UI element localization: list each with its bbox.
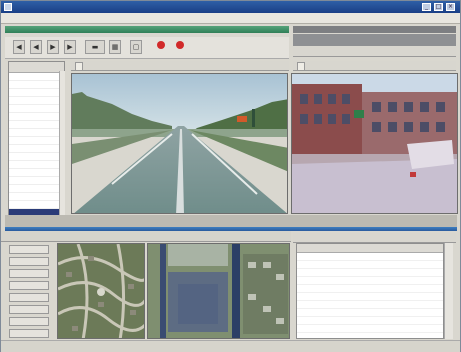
properties-row[interactable] bbox=[297, 317, 443, 325]
aerial-map-right[interactable] bbox=[147, 243, 290, 339]
control-panel-header bbox=[5, 26, 289, 33]
tab-front-view[interactable] bbox=[75, 62, 83, 70]
frame-list-row[interactable] bbox=[9, 129, 64, 137]
properties-scrollbar[interactable] bbox=[444, 243, 453, 339]
properties-row[interactable] bbox=[297, 309, 443, 317]
frame-list-row[interactable] bbox=[9, 105, 64, 113]
timeline-area bbox=[5, 215, 457, 227]
grid-button[interactable]: ▦ bbox=[109, 40, 121, 54]
slider-button[interactable]: ▬ bbox=[85, 40, 105, 54]
properties-row[interactable] bbox=[297, 261, 443, 269]
properties-row[interactable] bbox=[297, 325, 443, 333]
app-window: _ □ × ◀ ◀ ▶ ▶ ▬ ▦ ▢ bbox=[0, 0, 461, 352]
front-road-view[interactable] bbox=[71, 73, 288, 214]
frame-list-row[interactable] bbox=[9, 145, 64, 153]
map-button-8[interactable] bbox=[9, 329, 49, 338]
secondary-tabstrip bbox=[293, 47, 456, 57]
app-icon bbox=[4, 3, 12, 11]
map-button-6[interactable] bbox=[9, 305, 49, 314]
front-road-image bbox=[72, 74, 287, 213]
secondary-panel-header bbox=[293, 26, 456, 33]
frame-list-row[interactable] bbox=[9, 137, 64, 145]
map-button-5[interactable] bbox=[9, 293, 49, 302]
rewind-button[interactable]: ◀ bbox=[13, 40, 25, 54]
menu-bar[interactable] bbox=[1, 13, 460, 24]
map-button-1[interactable] bbox=[9, 245, 49, 254]
properties-header bbox=[297, 244, 443, 253]
map-button-2[interactable] bbox=[9, 257, 49, 266]
frame-list-row[interactable] bbox=[9, 73, 64, 81]
frame-button[interactable]: ▢ bbox=[130, 40, 142, 54]
map-button-4[interactable] bbox=[9, 281, 49, 290]
maximize-button[interactable]: □ bbox=[434, 3, 443, 11]
close-button[interactable]: × bbox=[446, 3, 455, 11]
side-view-tabstrip bbox=[293, 61, 456, 71]
properties-row[interactable] bbox=[297, 293, 443, 301]
frame-list-row[interactable] bbox=[9, 153, 64, 161]
tab-side-view[interactable] bbox=[297, 62, 305, 70]
frame-list-header bbox=[9, 62, 64, 73]
map-toolbar bbox=[1, 231, 291, 242]
properties-table[interactable] bbox=[296, 243, 444, 339]
frame-list-row[interactable] bbox=[9, 81, 64, 89]
properties-row[interactable] bbox=[297, 253, 443, 261]
front-view-tabstrip bbox=[71, 61, 289, 71]
step-back-button[interactable]: ◀ bbox=[30, 40, 42, 54]
frame-list-row[interactable] bbox=[9, 201, 64, 209]
frame-list-row[interactable] bbox=[9, 169, 64, 177]
aerial-map-left[interactable] bbox=[57, 243, 145, 339]
side-street-view[interactable] bbox=[291, 73, 458, 214]
play-button[interactable]: ▶ bbox=[47, 40, 59, 54]
frame-list-scrollbar[interactable] bbox=[59, 71, 65, 215]
status-bar bbox=[1, 340, 460, 352]
properties-tabstrip bbox=[293, 233, 456, 243]
frame-list-row[interactable] bbox=[9, 185, 64, 193]
frame-list-row[interactable] bbox=[9, 89, 64, 97]
properties-row[interactable] bbox=[297, 333, 443, 338]
secondary-panel bbox=[293, 34, 456, 46]
record-icon[interactable] bbox=[157, 41, 165, 49]
playback-toolbar: ◀ ◀ ▶ ▶ ▬ ▦ ▢ bbox=[5, 37, 289, 59]
map-button-7[interactable] bbox=[9, 317, 49, 326]
stop-record-icon[interactable] bbox=[176, 41, 184, 49]
properties-row[interactable] bbox=[297, 277, 443, 285]
title-bar[interactable]: _ □ × bbox=[1, 1, 460, 13]
map-button-3[interactable] bbox=[9, 269, 49, 278]
frame-list-row[interactable] bbox=[9, 97, 64, 105]
frame-list-row[interactable] bbox=[9, 177, 64, 185]
aerial-map-left-image bbox=[58, 244, 144, 338]
frame-list-row[interactable] bbox=[9, 193, 64, 201]
fast-forward-button[interactable]: ▶ bbox=[64, 40, 76, 54]
frame-list-row[interactable] bbox=[9, 161, 64, 169]
side-street-image bbox=[292, 74, 457, 213]
aerial-map-right-image bbox=[148, 244, 289, 338]
properties-row[interactable] bbox=[297, 269, 443, 277]
frame-list-row[interactable] bbox=[9, 113, 64, 121]
properties-row[interactable] bbox=[297, 301, 443, 309]
frame-list-row[interactable] bbox=[9, 121, 64, 129]
minimize-button[interactable]: _ bbox=[422, 3, 431, 11]
properties-row[interactable] bbox=[297, 285, 443, 293]
frame-list[interactable] bbox=[8, 61, 65, 216]
